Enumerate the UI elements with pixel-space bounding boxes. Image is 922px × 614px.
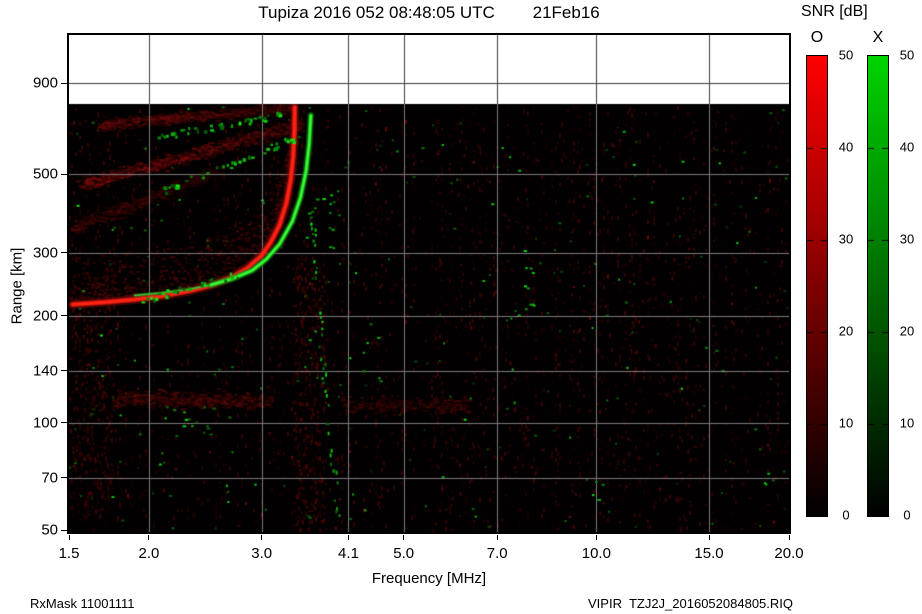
x-tick-mark — [347, 535, 349, 540]
y-tick-label: 900 — [32, 74, 58, 92]
x-tick-mark — [496, 535, 498, 540]
x-tick-label: 5.0 — [393, 545, 415, 562]
y-tick-mark — [61, 315, 67, 317]
x-colorbar-tick-label: 50 — [899, 47, 915, 63]
y-tick-mark — [61, 82, 67, 84]
rx-mask-label: RxMask 11001111 — [30, 596, 135, 611]
x-tick-mark — [403, 535, 405, 540]
x-tick-mark — [595, 535, 597, 540]
x-colorbar-tick-label: 40 — [899, 139, 915, 155]
y-tick-label: 200 — [32, 307, 58, 325]
x-colorbar-tick-label: 10 — [899, 415, 915, 431]
o-colorbar-tick-label: 50 — [838, 47, 854, 63]
x-tick-mark — [788, 535, 790, 540]
y-tick-label: 500 — [32, 165, 58, 183]
o-colorbar-tick-label: 10 — [838, 415, 854, 431]
data-file-label: VIPIR TZJ2J_2016052084805.RIQ — [588, 596, 793, 611]
o-colorbar-tick-label: 40 — [838, 139, 854, 155]
o-colorbar-tick-label: 30 — [838, 231, 854, 247]
x-tick-mark — [68, 535, 70, 540]
o-mode-colorbar — [806, 55, 828, 517]
y-tick-mark — [61, 422, 67, 424]
y-tick-mark — [61, 529, 67, 531]
ionogram-app: Tupiza 2016 052 08:48:05 UTC 21Feb16 SNR… — [0, 0, 922, 614]
x-tick-mark — [148, 535, 150, 540]
y-tick-label: 70 — [41, 469, 58, 487]
y-tick-label: 100 — [32, 414, 58, 432]
x-tick-label: 15.0 — [694, 545, 724, 562]
x-tick-mark — [708, 535, 710, 540]
x-colorbar-tick-label: 0 — [903, 507, 911, 523]
y-tick-label: 300 — [32, 244, 58, 262]
y-tick-mark — [61, 173, 67, 175]
x-mode-colorbar — [867, 55, 889, 517]
colorbar-title: SNR [dB] — [801, 3, 868, 20]
x-mode-label: X — [872, 29, 884, 46]
ionogram-plot — [67, 33, 791, 534]
o-colorbar-tick-label: 0 — [842, 507, 850, 523]
page-title: Tupiza 2016 052 08:48:05 UTC 21Feb16 — [258, 3, 600, 22]
x-tick-label: 7.0 — [486, 545, 508, 562]
x-colorbar-tick-label: 30 — [899, 231, 915, 247]
x-tick-label: 10.0 — [581, 545, 611, 562]
y-tick-mark — [61, 252, 67, 254]
y-tick-label: 140 — [32, 362, 58, 380]
o-colorbar-tick-label: 20 — [838, 323, 854, 339]
x-tick-mark — [261, 535, 263, 540]
ionogram-canvas — [69, 35, 789, 532]
x-tick-label: 3.0 — [251, 545, 273, 562]
x-tick-label: 4.1 — [338, 545, 359, 562]
y-tick-label: 50 — [41, 521, 58, 539]
y-tick-mark — [61, 477, 67, 479]
y-tick-mark — [61, 370, 67, 372]
x-colorbar-tick-label: 20 — [899, 323, 915, 339]
o-mode-label: O — [810, 29, 824, 46]
x-tick-label: 20.0 — [774, 545, 804, 562]
x-tick-label: 2.0 — [138, 545, 160, 562]
x-tick-label: 1.5 — [58, 545, 80, 562]
x-axis-title: Frequency [MHz] — [371, 570, 487, 587]
